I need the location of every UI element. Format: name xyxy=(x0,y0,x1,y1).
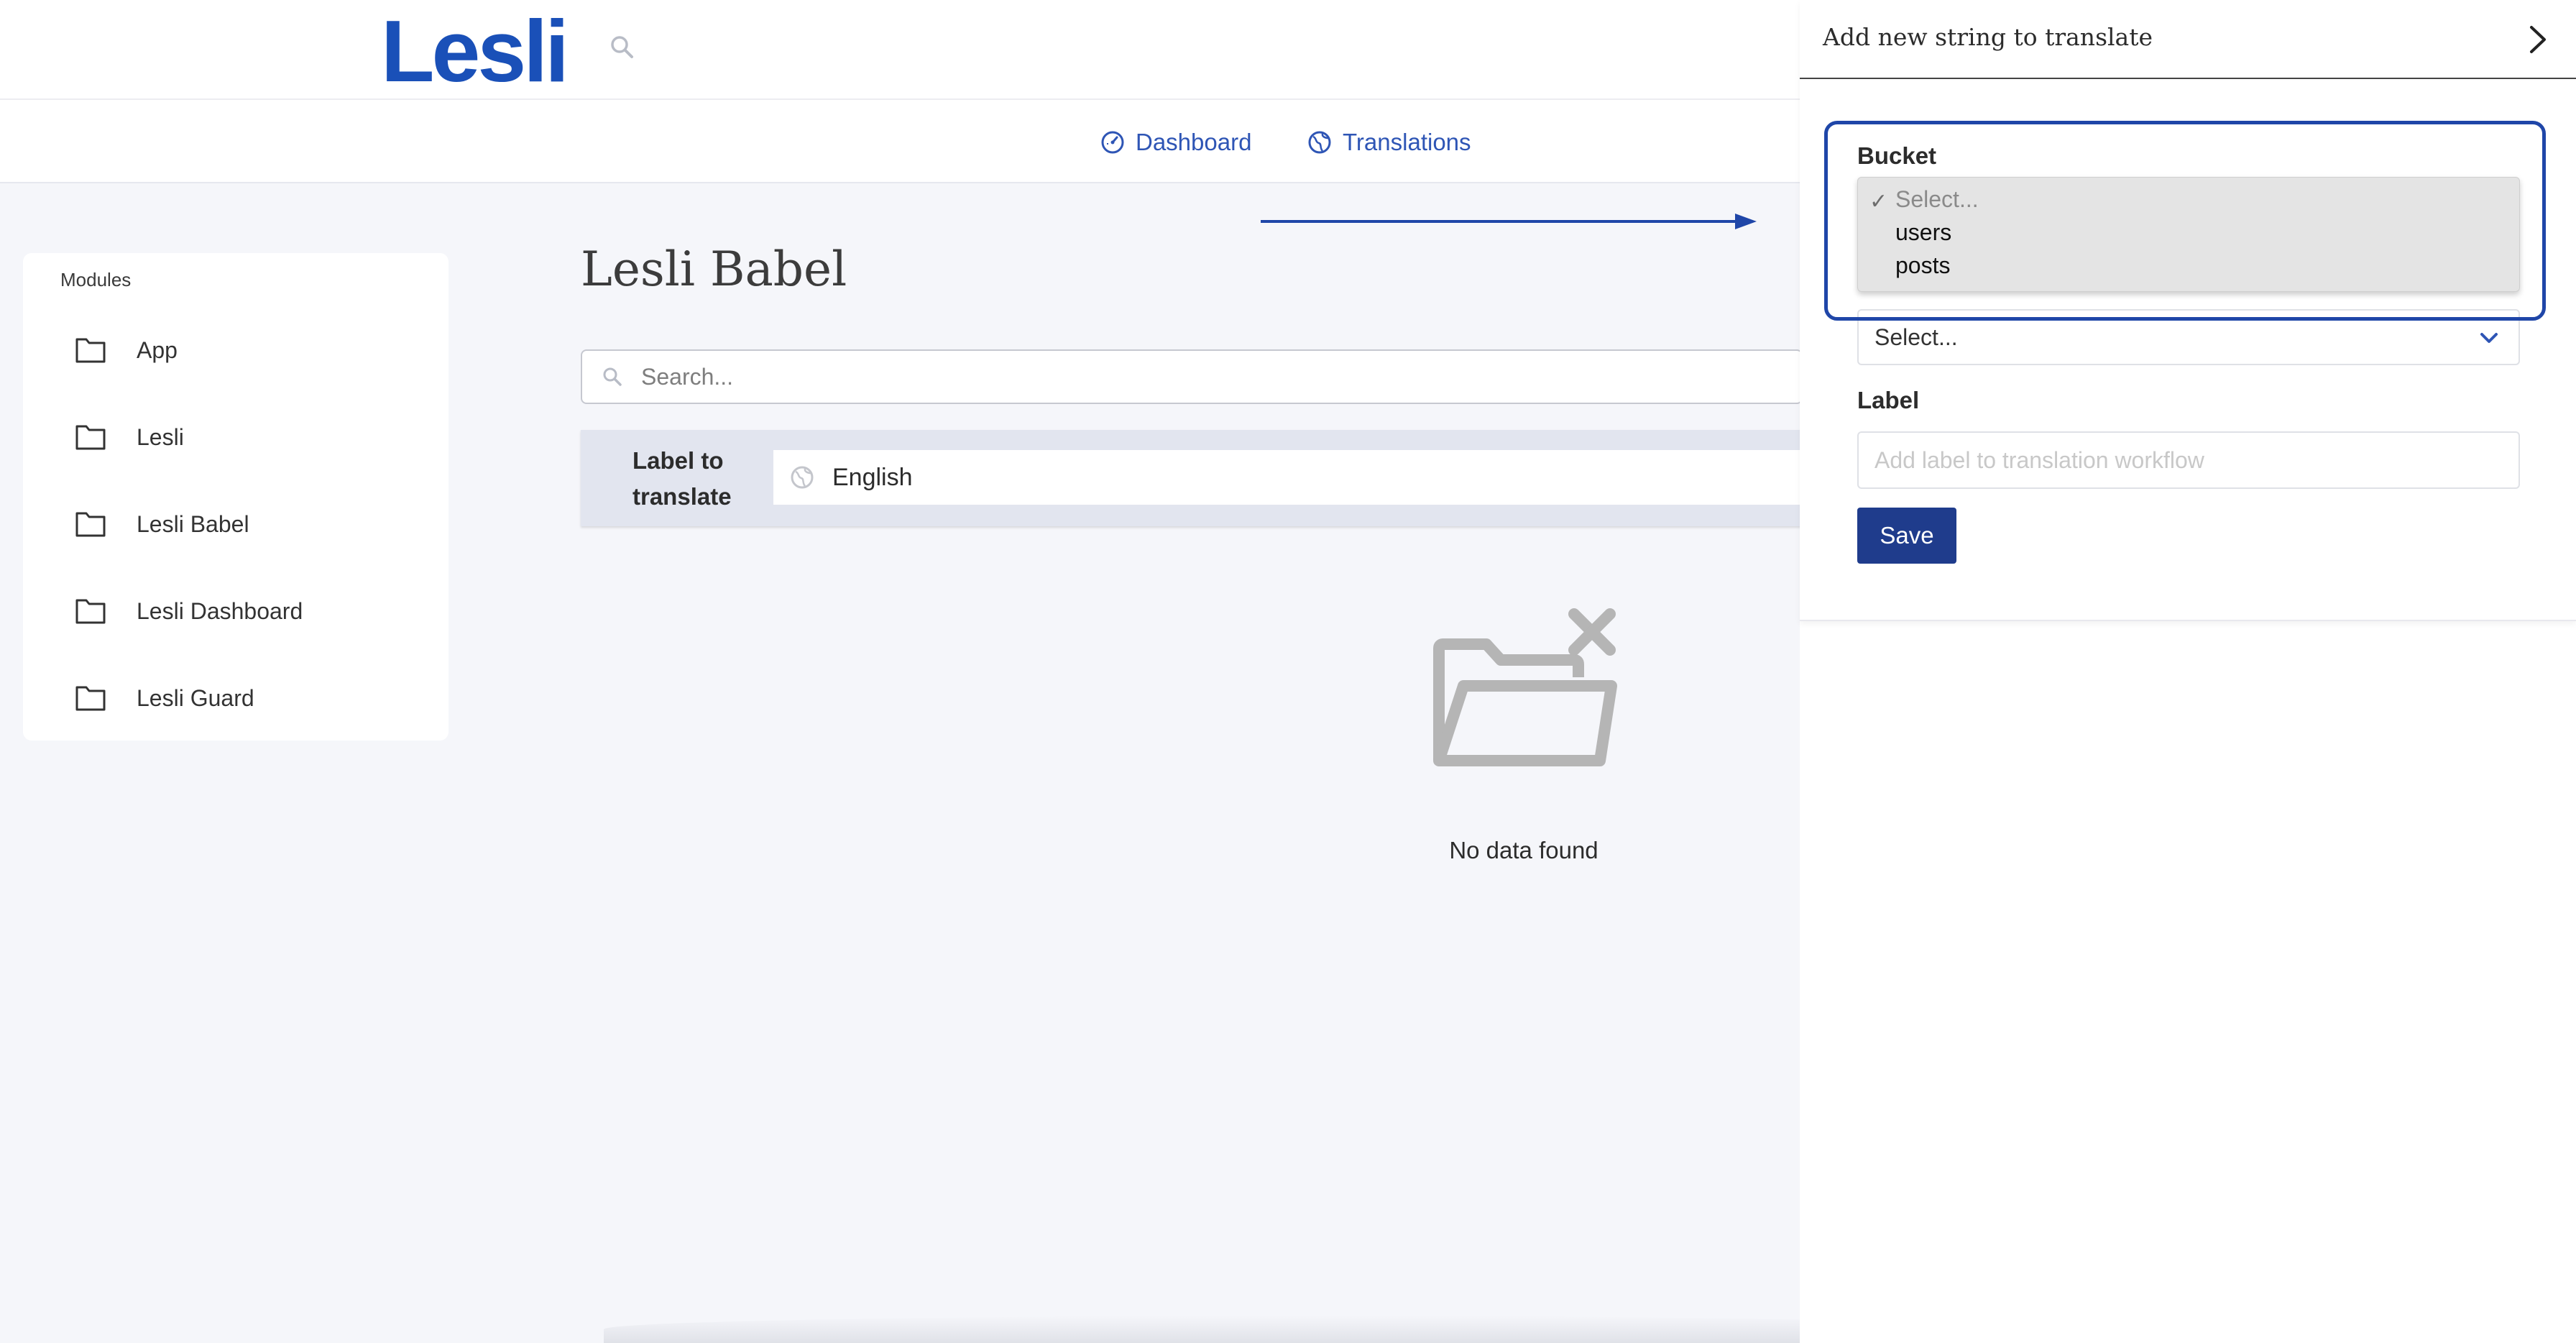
sidebar-item-label: App xyxy=(137,336,178,363)
panel-form-area: Add new string to translate Bucket Selec… xyxy=(1800,0,2576,621)
page-title: Lesli Babel xyxy=(581,242,847,297)
save-button[interactable]: Save xyxy=(1857,508,1956,564)
sidebar-item-lesli-babel[interactable]: Lesli Babel xyxy=(75,499,434,549)
globe-icon xyxy=(1308,131,1331,154)
sidebar-item-label: Lesli Babel xyxy=(137,510,249,537)
label-field-label: Label xyxy=(1857,387,1920,413)
search-box xyxy=(581,349,1803,404)
sidebar-item-label: Lesli Dashboard xyxy=(137,597,303,624)
sidebar-item-label: Lesli xyxy=(137,423,184,450)
folder-icon xyxy=(75,425,106,450)
search-icon[interactable] xyxy=(608,33,637,62)
label-column-header: Label to translate xyxy=(632,447,732,510)
nav-translations-link[interactable]: Translations xyxy=(1307,124,1471,160)
nav-dashboard-label: Dashboard xyxy=(1136,129,1252,155)
folder-icon xyxy=(75,599,106,624)
folder-icon xyxy=(75,686,106,711)
folder-icon xyxy=(75,338,106,363)
search-icon xyxy=(603,367,622,386)
search-input[interactable] xyxy=(640,362,1649,391)
chevron-down-icon xyxy=(2480,333,2498,343)
language-column-header: English xyxy=(773,450,1808,505)
empty-state-text: No data found xyxy=(1449,837,1598,863)
panel-title: Add new string to translate xyxy=(1823,23,2153,51)
language-label: English xyxy=(832,463,913,491)
globe-icon xyxy=(791,466,814,489)
chevron-right-icon[interactable] xyxy=(2521,22,2553,58)
sidebar-item-label: Lesli Guard xyxy=(137,684,254,711)
label-input[interactable] xyxy=(1857,431,2520,489)
folder-empty-icon xyxy=(1433,608,1617,766)
arrow-annotation xyxy=(1261,214,1757,229)
sidebar-item-app[interactable]: App xyxy=(75,325,434,375)
logo[interactable]: Lesli xyxy=(381,4,569,98)
sidebar-heading: Modules xyxy=(60,269,132,290)
secondary-select-value: Select... xyxy=(1874,324,1958,350)
translations-table-header: Label to translate English xyxy=(581,430,1808,526)
sidebar-item-lesli-dashboard[interactable]: Lesli Dashboard xyxy=(75,586,434,636)
sidebar-item-lesli-guard[interactable]: Lesli Guard xyxy=(75,673,434,723)
add-string-panel: Add new string to translate Bucket Selec… xyxy=(1800,0,2576,1343)
sidebar-item-lesli[interactable]: Lesli xyxy=(75,412,434,462)
modules-sidebar: Modules App Lesli Lesli Babel Lesli Dash… xyxy=(23,253,448,741)
folder-icon xyxy=(75,512,106,537)
nav-translations-label: Translations xyxy=(1343,129,1471,155)
panel-divider xyxy=(1800,78,2576,79)
dashboard-gauge-icon xyxy=(1101,131,1124,154)
nav-dashboard-link[interactable]: Dashboard xyxy=(1100,124,1251,160)
bucket-highlight-box xyxy=(1824,121,2546,321)
